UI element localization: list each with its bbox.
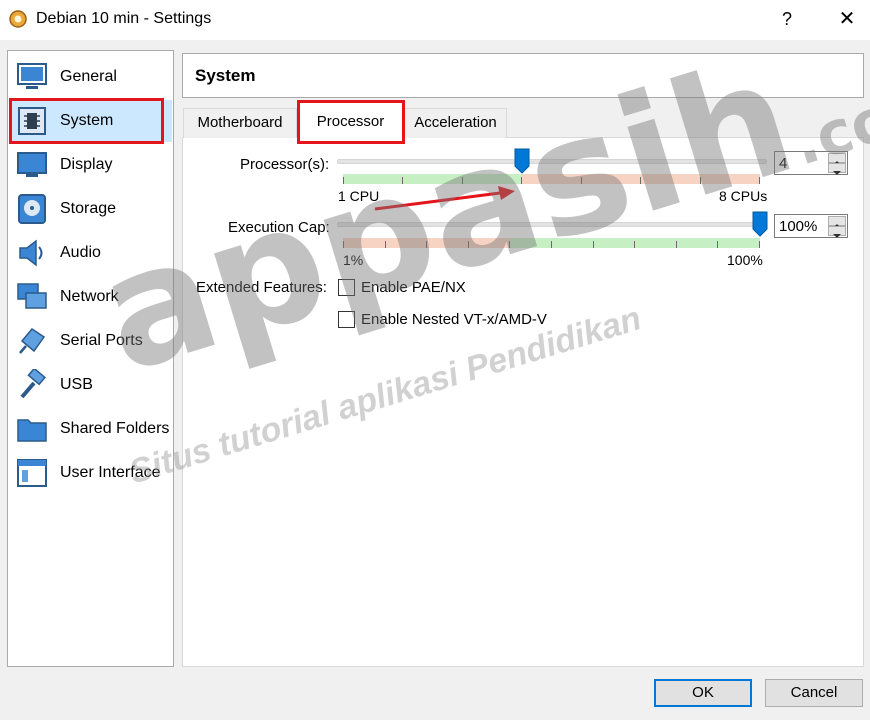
- sidebar-item-label: Display: [60, 156, 113, 173]
- sidebar-item-shared-folders[interactable]: Shared Folders: [9, 408, 172, 450]
- network-icon: [17, 283, 47, 309]
- ok-button[interactable]: OK: [654, 679, 752, 707]
- monitor-icon: [17, 63, 47, 89]
- sidebar-item-label: General: [60, 68, 117, 85]
- serial-port-icon: [19, 328, 46, 354]
- execution-cap-increment-button[interactable]: [828, 216, 846, 228]
- sidebar-item-general[interactable]: General: [9, 56, 172, 98]
- sidebar-item-label: Shared Folders: [60, 420, 170, 437]
- page-title: System: [195, 66, 256, 85]
- folder-icon: [17, 419, 47, 442]
- chevron-down-icon: [833, 234, 841, 238]
- cancel-button[interactable]: Cancel: [765, 679, 863, 707]
- tab-processor[interactable]: Processor: [298, 101, 403, 139]
- window-title: Debian 10 min - Settings: [36, 10, 212, 27]
- usb-icon: [20, 369, 46, 399]
- sidebar-item-label: System: [60, 112, 114, 129]
- sidebar-item-label: Storage: [60, 200, 117, 217]
- execution-cap-spinbox[interactable]: 100%: [774, 214, 848, 238]
- execution-cap-decrement-button[interactable]: [828, 226, 846, 238]
- window-icon: [17, 459, 47, 487]
- disk-icon: [18, 194, 46, 224]
- sidebar-item-label: USB: [60, 376, 93, 393]
- chip-icon: [18, 107, 46, 135]
- tab-motherboard[interactable]: Motherboard: [183, 108, 297, 138]
- execution-cap-max-label: 100%: [727, 252, 763, 268]
- sidebar-item-display[interactable]: Display: [9, 144, 172, 186]
- sidebar-item-system[interactable]: System: [9, 100, 172, 142]
- speaker-icon: [19, 239, 43, 267]
- execution-cap-value: 100%: [779, 218, 818, 235]
- virtualbox-gear-icon: [9, 10, 27, 28]
- display-icon: [17, 152, 47, 177]
